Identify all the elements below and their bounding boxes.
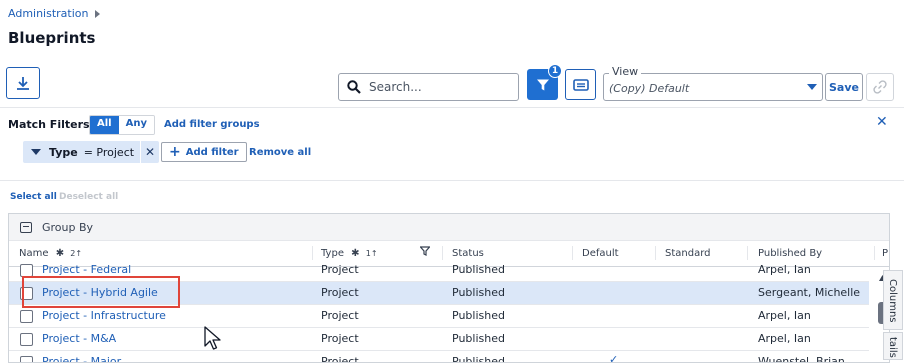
deselect-all-link: Deselect all [59, 192, 119, 202]
tab-details[interactable]: tails [883, 332, 903, 360]
column-header-published-by[interactable]: Published By [758, 248, 822, 259]
row-checkbox[interactable] [20, 333, 33, 346]
cell-published-by: Arpel, Ian [758, 332, 811, 345]
column-separator[interactable] [312, 246, 313, 260]
plus-icon: + [169, 144, 181, 160]
add-filter-label: Add filter [185, 146, 239, 158]
cell-status: Published [452, 286, 505, 299]
link-icon [873, 80, 887, 94]
view-value: (Copy) Default [609, 82, 690, 95]
copy-link-button[interactable] [866, 73, 894, 101]
group-by-bar[interactable]: Group By [9, 214, 889, 241]
search-input[interactable] [369, 80, 499, 94]
filter-chip-type[interactable]: Type = Project ✕ [23, 141, 160, 163]
divider [0, 180, 904, 181]
blueprint-name-link[interactable]: Project - M&A [42, 332, 116, 345]
table-row[interactable]: Project - M&A Project Published Arpel, I… [9, 328, 869, 351]
cell-type: Project [321, 355, 359, 363]
chevron-down-icon[interactable] [31, 149, 41, 155]
tab-columns-label: Columns [887, 279, 898, 323]
download-button[interactable] [6, 67, 40, 99]
card-view-button[interactable] [565, 69, 596, 100]
remove-all-link[interactable]: Remove all [249, 147, 311, 158]
page-title: Blueprints [8, 29, 96, 47]
cell-status: Published [452, 263, 505, 276]
tab-details-label: tails [887, 337, 898, 358]
column-header-next[interactable]: P [882, 248, 888, 259]
column-name-label: Name [19, 248, 49, 259]
column-type-label: Type [321, 248, 344, 259]
table-row[interactable]: Project - Infrastructure Project Publish… [9, 305, 869, 328]
save-view-button[interactable]: Save [825, 73, 863, 101]
view-label: View [609, 65, 642, 78]
tab-columns[interactable]: Columns [883, 270, 903, 330]
filter-chip-value: = Project [83, 145, 135, 159]
cell-published-by: Arpel, Ian [758, 309, 811, 322]
cell-status: Published [452, 332, 505, 345]
column-header-name[interactable]: Name ✱ 2↑ [19, 248, 82, 259]
add-filter-groups-link[interactable]: Add filter groups [164, 119, 260, 130]
cell-type: Project [321, 286, 359, 299]
pin-icon: ✱ [351, 248, 360, 259]
column-separator[interactable] [747, 246, 748, 260]
blueprint-name-link[interactable]: Project - Major [42, 355, 121, 362]
highlight-annotation [22, 276, 180, 308]
divider [0, 107, 904, 108]
column-header-standard[interactable]: Standard [665, 248, 711, 259]
breadcrumb-chevron-icon [94, 9, 100, 18]
column-separator[interactable] [442, 246, 443, 260]
table-row[interactable]: Project - Major Project Published ✓ Wuen… [9, 351, 869, 363]
group-by-label: Group By [42, 220, 94, 234]
match-any-button[interactable]: Any [118, 116, 154, 134]
card-view-icon [572, 78, 589, 91]
cell-published-by: Sergeant, Michelle [758, 286, 861, 299]
column-separator[interactable] [655, 246, 656, 260]
add-filter-button[interactable]: + Add filter [161, 142, 247, 162]
mouse-pointer-icon [204, 326, 221, 350]
cell-type: Project [321, 332, 359, 345]
remove-filter-icon[interactable]: ✕ [140, 141, 159, 163]
blueprint-name-link[interactable]: Project - Infrastructure [42, 309, 166, 322]
filter-count-badge: 1 [548, 64, 562, 78]
default-check-icon: ✓ [609, 353, 619, 363]
group-by-icon [20, 221, 32, 233]
cell-published-by: Arpel, Ian [758, 263, 811, 276]
side-panel-tabs: Columns tails [883, 270, 904, 360]
breadcrumb: Administration [8, 7, 100, 20]
row-checkbox[interactable] [20, 310, 33, 323]
breadcrumb-link-administration[interactable]: Administration [8, 7, 89, 20]
download-icon [17, 77, 29, 90]
select-all-link[interactable]: Select all [10, 192, 57, 202]
cell-published-by: Wuenstel, Brian [758, 355, 845, 363]
cell-type: Project [321, 263, 359, 276]
close-icon[interactable]: ✕ [876, 114, 888, 130]
column-header-default[interactable]: Default [582, 248, 619, 259]
match-filters-label: Match Filters [8, 118, 90, 131]
pin-icon: ✱ [55, 248, 65, 259]
sort-indicator: 1↑ [365, 249, 378, 258]
match-all-button[interactable]: All [90, 116, 119, 134]
filter-chip-key: Type [49, 145, 78, 159]
column-filter-icon[interactable] [419, 246, 431, 259]
match-toggle: All Any [89, 115, 155, 135]
column-header-type[interactable]: Type ✱ 1↑ [321, 248, 378, 259]
cell-status: Published [452, 355, 505, 363]
blueprint-name-link[interactable]: Project - Federal [42, 263, 131, 276]
cell-status: Published [452, 309, 505, 322]
chevron-down-icon[interactable] [807, 84, 817, 90]
sort-indicator: 2↑ [70, 249, 83, 258]
search-icon [347, 80, 361, 94]
cell-type: Project [321, 309, 359, 322]
column-header-status[interactable]: Status [452, 248, 484, 259]
column-separator[interactable] [572, 246, 573, 260]
filter-icon [536, 79, 549, 90]
search-box[interactable] [338, 73, 519, 101]
column-separator[interactable] [874, 246, 875, 260]
